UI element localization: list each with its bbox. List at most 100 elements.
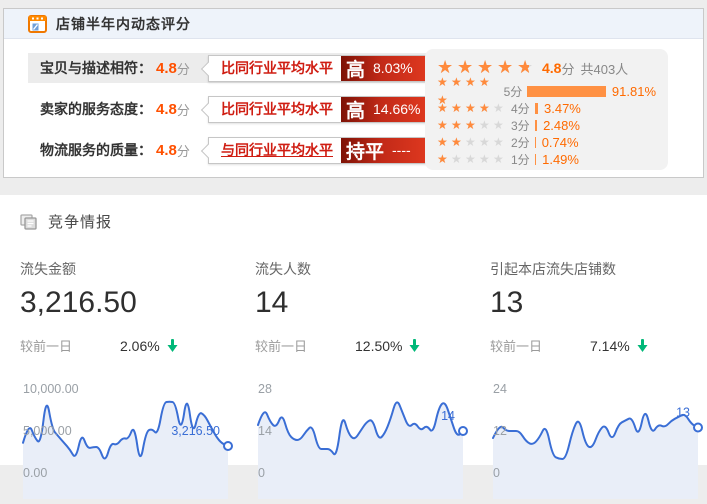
svg-text:14: 14 xyxy=(441,409,455,423)
compare-label: 较前一日 xyxy=(20,336,120,355)
down-arrow-icon xyxy=(166,339,179,353)
dist-percent: 91.81% xyxy=(612,84,656,99)
metric-card-lost-shops: 引起本店流失店铺数 13 较前一日 7.14% 24 12 0 13 xyxy=(490,259,705,499)
industry-compare-badge: 比同行业平均水平 高 14.66% xyxy=(208,96,434,123)
lost-shops-trend-chart[interactable]: 24 12 0 13 xyxy=(490,377,705,499)
industry-compare-badge: 与同行业平均水平 持平 ---- xyxy=(208,137,434,164)
rating-row-description: 宝贝与描述相符：4.8分 比同行业平均水平 高 8.03% xyxy=(28,53,426,83)
ratings-panel-header: 店铺半年内动态评分 xyxy=(4,9,703,39)
compare-text: 比同行业平均水平 xyxy=(209,97,341,122)
compare-result: 高 8.03% xyxy=(341,56,433,81)
rating-score: 4.8 xyxy=(156,101,177,118)
compare-text: 比同行业平均水平 xyxy=(209,56,341,81)
rating-count: 共403人 xyxy=(580,59,628,78)
compare-verdict: 高 xyxy=(346,96,365,123)
metric-value: 14 xyxy=(255,286,470,320)
dist-label: 5分 xyxy=(504,83,523,100)
competition-panel: 竞争情报 流失金额 3,216.50 较前一日 2.06% 10,000.00 … xyxy=(0,195,707,465)
metrics-row: 流失金额 3,216.50 较前一日 2.06% 10,000.00 5,000… xyxy=(0,259,707,499)
dist-row-1: ★★★★★★★★★★ 1分 1.49% xyxy=(437,151,656,167)
compare-delta: ---- xyxy=(392,142,411,158)
star-rating-icon: ★★★★★★★★★★ xyxy=(437,99,507,117)
compare-previous-day: 较前一日 2.06% xyxy=(20,336,235,355)
svg-text:28: 28 xyxy=(258,382,272,396)
svg-text:10,000.00: 10,000.00 xyxy=(23,382,79,396)
compare-result: 持平 ---- xyxy=(341,138,433,163)
dist-percent: 0.74% xyxy=(542,135,579,150)
industry-compare-badge: 比同行业平均水平 高 8.03% xyxy=(208,55,434,82)
dist-label: 4分 xyxy=(511,100,530,117)
dist-bar xyxy=(535,137,536,148)
down-arrow-icon xyxy=(408,339,421,353)
rating-label: 宝贝与描述相符： xyxy=(40,58,152,78)
compare-label: 较前一日 xyxy=(255,336,355,355)
down-arrow-icon xyxy=(636,339,649,353)
metric-label: 引起本店流失店铺数 xyxy=(490,259,705,279)
lost-people-trend-chart[interactable]: 28 14 0 14 xyxy=(255,377,470,499)
compare-verdict: 持平 xyxy=(346,137,384,164)
rating-unit: 分 xyxy=(177,141,190,160)
rating-label: 物流服务的质量： xyxy=(40,140,152,160)
rating-row-logistics: 物流服务的质量：4.8分 与同行业平均水平 持平 ---- xyxy=(28,135,426,165)
panel-title: 店铺半年内动态评分 xyxy=(56,14,191,34)
svg-text:0.00: 0.00 xyxy=(23,466,47,480)
section-title: 竞争情报 xyxy=(48,211,112,232)
star-rating-icon: ★★★★★★★★★★ xyxy=(437,150,507,168)
metric-value: 3,216.50 xyxy=(20,286,235,320)
dist-bar xyxy=(535,154,536,165)
metric-label: 流失金额 xyxy=(20,259,235,279)
competition-header: 竞争情报 xyxy=(0,195,707,232)
svg-text:0: 0 xyxy=(493,466,500,480)
star-rating-icon: ★★★★★★★★★★ xyxy=(437,133,507,151)
star-rating-icon: ★★★★★★★★★★ xyxy=(437,116,507,134)
dist-bar xyxy=(535,120,537,131)
dist-percent: 1.49% xyxy=(542,152,579,167)
compare-text: 与同行业平均水平 xyxy=(209,138,341,163)
change-percent: 2.06% xyxy=(120,338,160,354)
rating-label: 卖家的服务态度： xyxy=(40,99,152,119)
dist-row-3: ★★★★★★★★★★ 3分 2.48% xyxy=(437,117,656,133)
svg-text:24: 24 xyxy=(493,382,507,396)
compare-label: 较前一日 xyxy=(490,336,590,355)
dist-bar xyxy=(535,103,538,114)
metric-card-lost-amount: 流失金额 3,216.50 较前一日 2.06% 10,000.00 5,000… xyxy=(20,259,235,499)
change-percent: 7.14% xyxy=(590,338,630,354)
dist-percent: 3.47% xyxy=(544,101,581,116)
compare-delta: 8.03% xyxy=(373,60,413,76)
compare-previous-day: 较前一日 7.14% xyxy=(490,336,705,355)
dist-percent: 2.48% xyxy=(543,118,580,133)
compare-previous-day: 较前一日 12.50% xyxy=(255,336,470,355)
svg-text:12: 12 xyxy=(493,424,507,438)
rating-summary-panel: ★★★★★★★★★★ 4.8分 共403人 ★★★★★★★★★★ 5分 91.8… xyxy=(425,49,668,170)
dist-row-5: ★★★★★★★★★★ 5分 91.81% xyxy=(437,83,656,99)
rating-unit: 分 xyxy=(177,100,190,119)
storefront-icon xyxy=(28,15,47,33)
dist-label: 3分 xyxy=(511,117,530,134)
metric-value: 13 xyxy=(490,286,705,320)
rating-row-service: 卖家的服务态度：4.8分 比同行业平均水平 高 14.66% xyxy=(28,94,426,124)
compare-delta: 14.66% xyxy=(373,101,420,117)
svg-text:0: 0 xyxy=(258,466,265,480)
ratings-panel: 店铺半年内动态评分 宝贝与描述相符：4.8分 比同行业平均水平 高 8.03% … xyxy=(3,8,704,178)
change-percent: 12.50% xyxy=(355,338,402,354)
overall-score-unit: 分 xyxy=(561,59,574,78)
dist-bar xyxy=(527,86,606,97)
svg-text:3,216.50: 3,216.50 xyxy=(171,424,220,438)
overall-score: 4.8 xyxy=(542,60,561,76)
dist-row-4: ★★★★★★★★★★ 4分 3.47% xyxy=(437,100,656,116)
rating-score: 4.8 xyxy=(156,60,177,77)
svg-text:5,000.00: 5,000.00 xyxy=(23,424,72,438)
documents-icon xyxy=(20,214,38,230)
lost-amount-trend-chart[interactable]: 10,000.00 5,000.00 0.00 3,216.50 xyxy=(20,377,235,499)
svg-text:13: 13 xyxy=(676,406,690,420)
rating-unit: 分 xyxy=(177,59,190,78)
rating-score: 4.8 xyxy=(156,142,177,159)
compare-result: 高 14.66% xyxy=(341,97,433,122)
dist-label: 2分 xyxy=(511,134,530,151)
metric-label: 流失人数 xyxy=(255,259,470,279)
compare-verdict: 高 xyxy=(346,55,365,82)
rating-rows: 宝贝与描述相符：4.8分 比同行业平均水平 高 8.03% 卖家的服务态度：4.… xyxy=(28,53,426,176)
dist-row-2: ★★★★★★★★★★ 2分 0.74% xyxy=(437,134,656,150)
svg-text:14: 14 xyxy=(258,424,272,438)
metric-card-lost-people: 流失人数 14 较前一日 12.50% 28 14 0 14 xyxy=(255,259,470,499)
